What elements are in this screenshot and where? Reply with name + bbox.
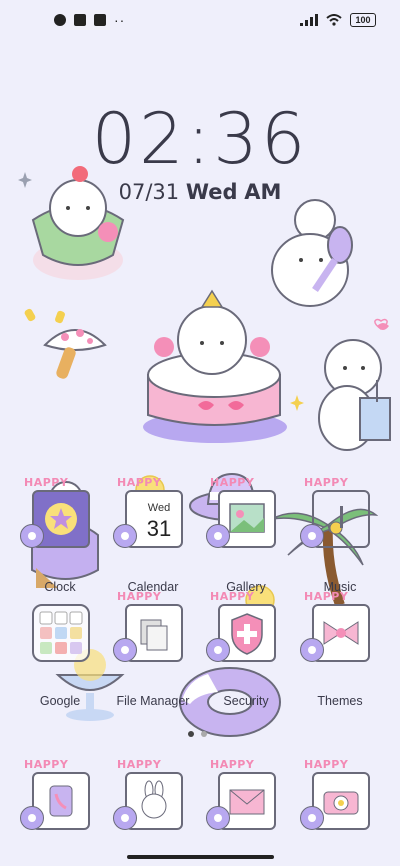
security-app-icon: HAPPY xyxy=(206,590,278,662)
cd-icon xyxy=(20,806,44,830)
phone-app-icon: HAPPY xyxy=(20,758,92,830)
cat-glass-sticker xyxy=(318,323,391,451)
app-file-manager[interactable]: HAPPY File Manager xyxy=(105,590,201,708)
folder-grid-icon xyxy=(39,611,83,654)
camera-app-icon: HAPPY xyxy=(300,758,372,830)
app-music[interactable]: HAPPY Music xyxy=(292,476,388,594)
app-clock[interactable]: HAPPY Clock xyxy=(12,476,108,594)
app-label: Security xyxy=(223,694,269,708)
page-indicator[interactable] xyxy=(188,731,207,737)
mail-app-icon: HAPPY xyxy=(206,758,278,830)
cat-drink-sticker xyxy=(31,166,125,280)
happy-badge: HAPPY xyxy=(210,590,255,603)
cd-icon xyxy=(206,806,230,830)
calendar-app-icon: HAPPY Wed 31 xyxy=(113,476,185,548)
dock-phone[interactable]: HAPPY xyxy=(12,758,108,836)
happy-badge: HAPPY xyxy=(304,758,349,771)
app-gallery[interactable]: HAPPY Gallery xyxy=(198,476,294,594)
cd-icon xyxy=(113,524,137,548)
cd-icon xyxy=(300,524,324,548)
gallery-app-icon: HAPPY xyxy=(206,476,278,548)
sparkle-icon xyxy=(18,172,32,188)
happy-badge: HAPPY xyxy=(24,476,69,489)
system-icons: 100 xyxy=(300,13,376,27)
cd-icon xyxy=(113,806,137,830)
dock-mail[interactable]: HAPPY xyxy=(198,758,294,836)
cd-icon xyxy=(300,638,324,662)
happy-badge: HAPPY xyxy=(24,758,69,771)
home-indicator-bar[interactable] xyxy=(127,855,274,859)
app-google[interactable]: Google xyxy=(12,598,108,708)
google-folder-icon xyxy=(28,598,92,662)
happy-badge: HAPPY xyxy=(117,758,162,771)
messages-app-icon: HAPPY xyxy=(113,758,185,830)
app-themes[interactable]: HAPPY Themes xyxy=(292,590,388,708)
app-label: File Manager xyxy=(116,694,190,708)
cd-icon xyxy=(113,638,137,662)
page-dot-2[interactable] xyxy=(201,731,207,737)
app-label: Google xyxy=(39,694,81,708)
cat-cake-sticker xyxy=(143,289,287,443)
app-notification-icon xyxy=(54,14,66,26)
sparkle-icon-2 xyxy=(290,395,304,411)
heart-icon xyxy=(374,318,388,330)
happy-badge: HAPPY xyxy=(304,590,349,603)
happy-badge: HAPPY xyxy=(117,590,162,603)
happy-badge: HAPPY xyxy=(304,476,349,489)
page-dot-1[interactable] xyxy=(188,731,194,737)
app-security[interactable]: HAPPY Security xyxy=(198,590,294,708)
file-manager-app-icon: HAPPY xyxy=(113,590,185,662)
dock-camera[interactable]: HAPPY xyxy=(292,758,388,836)
status-bar: ·· 100 xyxy=(0,0,400,44)
app-label: Themes xyxy=(317,694,363,708)
music-app-icon: HAPPY xyxy=(300,476,372,548)
cd-icon xyxy=(20,524,44,548)
dock-messages[interactable]: HAPPY xyxy=(105,758,201,836)
happy-badge: HAPPY xyxy=(210,758,255,771)
app-label: Clock xyxy=(44,580,76,594)
wifi-icon xyxy=(326,14,342,26)
square-notification-icon xyxy=(74,14,86,26)
happy-badge: HAPPY xyxy=(210,476,255,489)
themes-app-icon: HAPPY xyxy=(300,590,372,662)
cd-icon xyxy=(206,524,230,548)
clock-app-icon: HAPPY xyxy=(20,476,92,548)
cd-icon xyxy=(300,806,324,830)
more-dots-icon: ·· xyxy=(114,12,126,28)
app-calendar[interactable]: HAPPY Wed 31 Calendar xyxy=(105,476,201,594)
happy-badge: HAPPY xyxy=(117,476,162,489)
notification-icons: ·· xyxy=(54,12,126,28)
weekday-text: Wed xyxy=(185,180,238,204)
battery-icon: 100 xyxy=(350,13,376,27)
mushroom-sticker xyxy=(24,308,107,379)
signal-icon xyxy=(300,14,318,26)
cd-icon xyxy=(206,638,230,662)
calendar-weekday: Wed xyxy=(147,502,171,514)
upload-icon xyxy=(94,14,106,26)
